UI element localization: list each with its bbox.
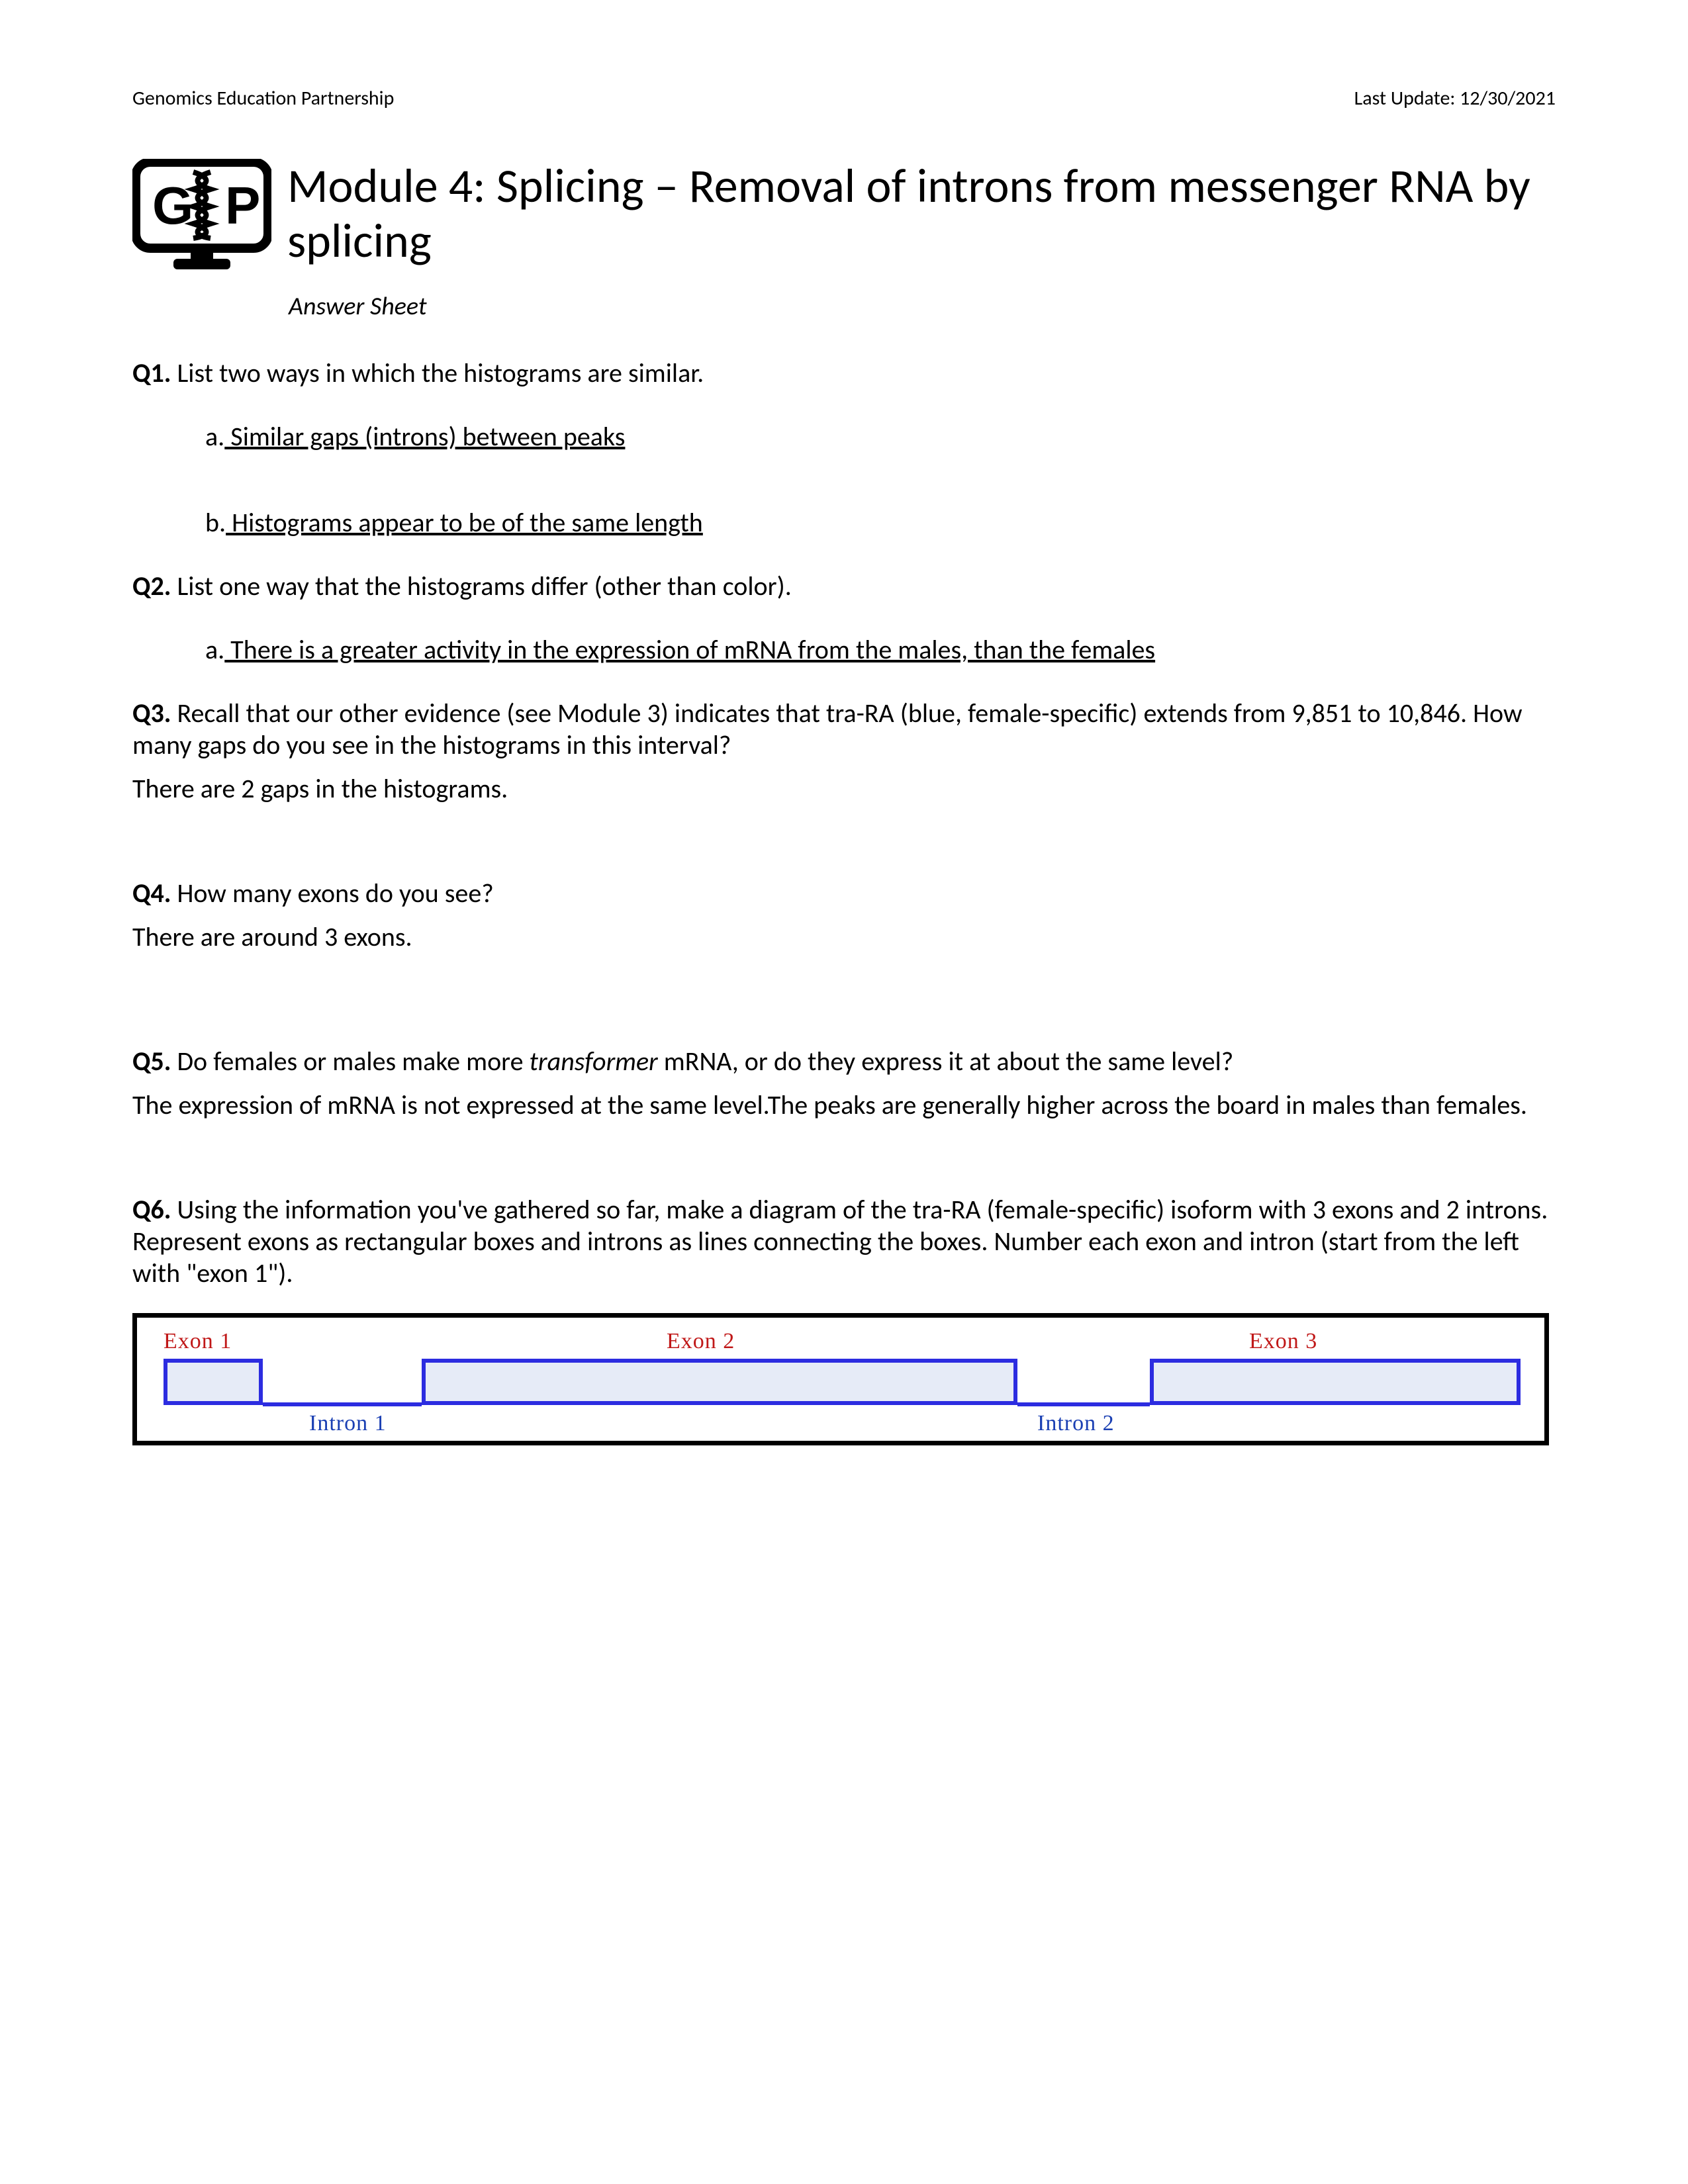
q2-prompt: Q2. List one way that the histograms dif… — [132, 570, 1556, 602]
q1-b-letter: b. — [205, 506, 226, 539]
exon3-box — [1150, 1359, 1521, 1405]
page-header: Genomics Education Partnership Last Upda… — [132, 86, 1556, 111]
gep-logo: G P — [132, 159, 271, 278]
exon1-box — [164, 1359, 263, 1405]
q2-label: Q2. — [132, 570, 171, 602]
q1-answer-b: b. Histograms appear to be of the same l… — [205, 507, 1556, 539]
label-exon2: Exon 2 — [667, 1328, 735, 1355]
q5-text-pre: Do females or males make more — [171, 1045, 529, 1077]
q1-b-text: Histograms appear to be of the same leng… — [226, 506, 703, 539]
title-block: G P Module 4: Splicing – Removal of intr… — [132, 159, 1556, 278]
q6-prompt: Q6. Using the information you've gathere… — [132, 1194, 1556, 1289]
intron1-line — [263, 1402, 422, 1406]
q1-label: Q1. — [132, 357, 171, 389]
q4-answer: There are around 3 exons. — [132, 921, 1556, 953]
q2-answer-a: a. There is a greater activity in the ex… — [205, 634, 1556, 666]
page-title: Module 4: Splicing – Removal of introns … — [287, 159, 1556, 269]
q2-a-letter: a. — [205, 633, 224, 666]
org-name: Genomics Education Partnership — [132, 86, 394, 111]
subtitle: Answer Sheet — [289, 291, 427, 322]
exon2-box — [422, 1359, 1017, 1405]
q6-text: Using the information you've gathered so… — [132, 1193, 1548, 1289]
q1-prompt: Q1. List two ways in which the histogram… — [132, 357, 1556, 389]
q5-answer: The expression of mRNA is not expressed … — [132, 1089, 1556, 1121]
q3-text: Recall that our other evidence (see Modu… — [132, 697, 1523, 761]
q5-label: Q5. — [132, 1045, 171, 1077]
q1-text: List two ways in which the histograms ar… — [171, 357, 704, 389]
label-intron1: Intron 1 — [309, 1410, 387, 1437]
q4-prompt: Q4. How many exons do you see? — [132, 878, 1556, 909]
q4-text: How many exons do you see? — [171, 877, 493, 909]
q5-text-post: mRNA, or do they express it at about the… — [658, 1045, 1234, 1077]
q1-a-letter: a. — [205, 420, 224, 453]
q2-text: List one way that the histograms differ … — [171, 570, 791, 602]
label-exon1: Exon 1 — [164, 1328, 232, 1355]
label-exon3: Exon 3 — [1249, 1328, 1317, 1355]
q5-prompt: Q5. Do females or males make more transf… — [132, 1046, 1556, 1077]
q2-a-text: There is a greater activity in the expre… — [224, 633, 1155, 666]
content-body: Q1. List two ways in which the histogram… — [132, 357, 1556, 1445]
q1-answer-a: a. Similar gaps (introns) between peaks — [205, 421, 1556, 453]
q3-label: Q3. — [132, 697, 171, 729]
q3-prompt: Q3. Recall that our other evidence (see … — [132, 698, 1556, 761]
q5-italic: transformer — [530, 1045, 658, 1077]
logo-g: G — [152, 176, 193, 235]
label-intron2: Intron 2 — [1037, 1410, 1115, 1437]
q4-label: Q4. — [132, 877, 171, 909]
q6-label: Q6. — [132, 1193, 171, 1226]
logo-p: P — [225, 176, 260, 235]
last-update: Last Update: 12/30/2021 — [1354, 86, 1556, 111]
exon-intron-diagram: Exon 1 Intron 1 Exon 2 Intron 2 Exon 3 — [132, 1313, 1549, 1445]
helix-icon — [193, 172, 211, 238]
intron2-line — [1017, 1402, 1150, 1406]
q3-answer: There are 2 gaps in the histograms. — [132, 773, 1556, 805]
q1-a-text: Similar gaps (introns) between peaks — [224, 420, 625, 453]
